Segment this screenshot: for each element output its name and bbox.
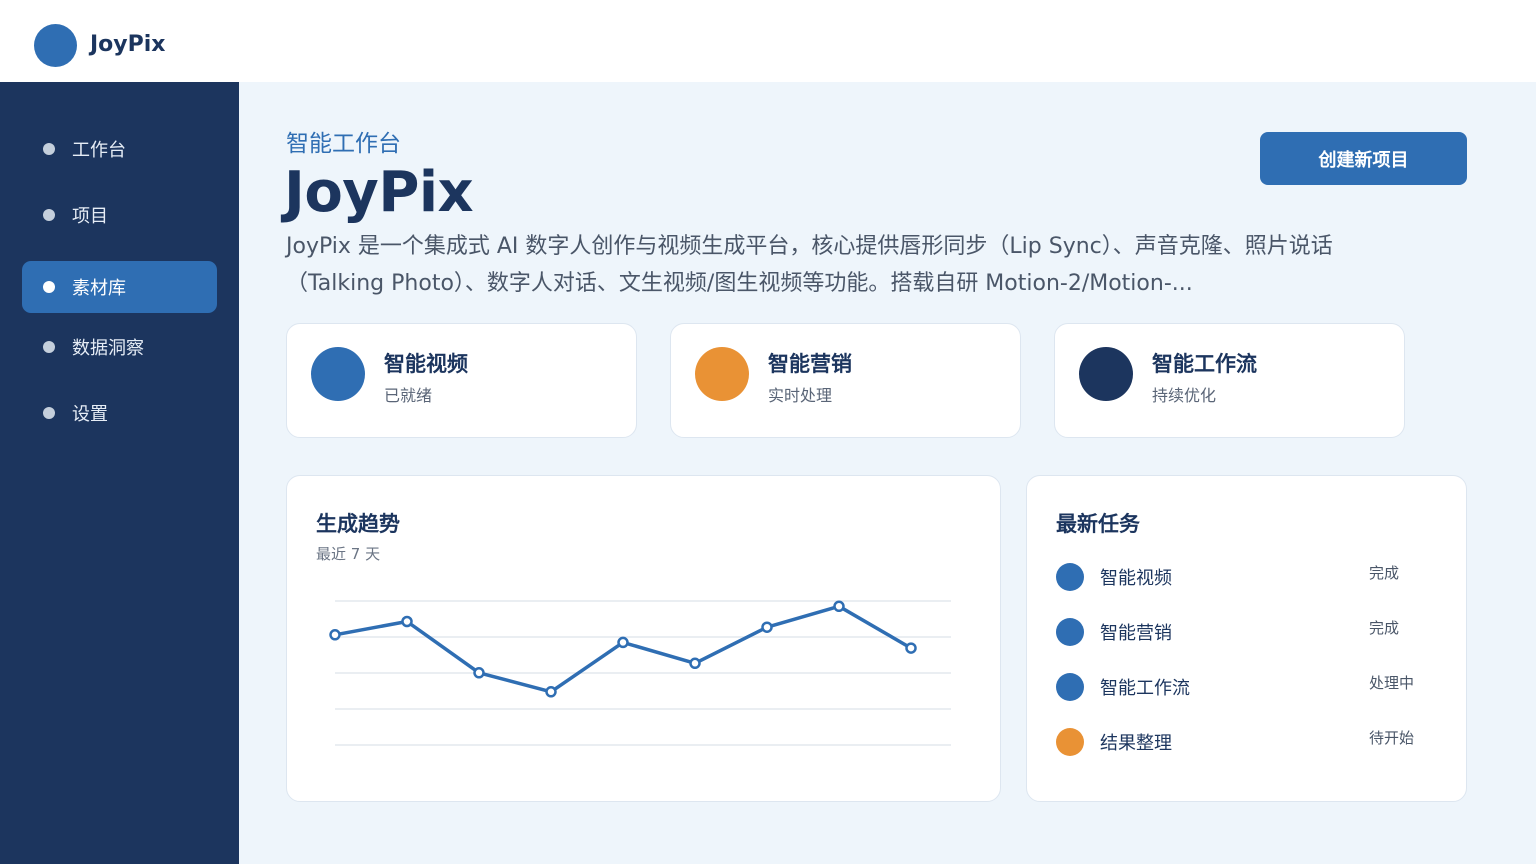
page-description: JoyPix 是一个集成式 AI 数字人创作与视频生成平台，核心提供唇形同步（L…: [286, 234, 1333, 296]
trend-line-chart: [329, 600, 951, 746]
page-title: JoyPix: [284, 160, 474, 225]
task-status-dot-icon: [1056, 563, 1084, 591]
status-dot-icon: [1079, 347, 1133, 401]
stat-subtitle: 实时处理: [768, 386, 833, 405]
sidebar-item-projects[interactable]: 项目: [22, 189, 217, 241]
sidebar: 工作台 项目 素材库 数据洞察 设置: [0, 82, 239, 864]
stat-title: 智能营销: [768, 352, 852, 376]
stat-subtitle: 已就绪: [384, 386, 433, 405]
task-row[interactable]: 智能视频 完成: [1056, 561, 1426, 591]
task-status-dot-icon: [1056, 673, 1084, 701]
chart-data-point[interactable]: [833, 600, 845, 613]
sidebar-item-label: 设置: [72, 404, 108, 425]
task-status: 完成: [1369, 564, 1400, 582]
task-row[interactable]: 智能营销 完成: [1056, 616, 1426, 646]
chart-data-point[interactable]: [617, 636, 629, 649]
stat-card-workflow[interactable]: 智能工作流 持续优化: [1054, 323, 1405, 438]
chart-data-point[interactable]: [905, 642, 917, 654]
sidebar-item-label: 素材库: [72, 278, 126, 299]
tasks-panel: 最新任务 智能视频 完成 智能营销 完成 智能工作流 处理中 结果整理 待开始: [1026, 475, 1467, 802]
task-status-dot-icon: [1056, 728, 1084, 756]
sidebar-item-label: 项目: [72, 206, 108, 227]
trend-panel: 生成趋势 最近 7 天: [286, 475, 1001, 802]
chart-data-point[interactable]: [401, 615, 413, 628]
chart-data-point[interactable]: [761, 621, 773, 633]
top-bar: JoyPix: [0, 0, 1536, 82]
stat-title: 智能视频: [384, 352, 468, 376]
task-name: 智能视频: [1100, 568, 1172, 589]
brand-name: JoyPix: [90, 32, 166, 57]
sidebar-item-label: 数据洞察: [72, 338, 144, 359]
stat-title: 智能工作流: [1152, 352, 1257, 376]
create-project-button[interactable]: 创建新项目: [1260, 132, 1467, 185]
chart-series-line: [334, 604, 912, 694]
status-dot-icon: [311, 347, 365, 401]
chart-data-point[interactable]: [473, 667, 485, 679]
status-dot-icon: [695, 347, 749, 401]
nav-bullet-icon: [43, 407, 55, 419]
sidebar-item-insights[interactable]: 数据洞察: [22, 321, 217, 373]
tasks-title: 最新任务: [1056, 512, 1140, 536]
stat-subtitle: 持续优化: [1152, 386, 1217, 405]
sidebar-item-settings[interactable]: 设置: [22, 387, 217, 439]
task-status-dot-icon: [1056, 618, 1084, 646]
task-row[interactable]: 结果整理 待开始: [1056, 726, 1426, 756]
sidebar-item-assets[interactable]: 素材库: [22, 261, 217, 313]
task-name: 结果整理: [1100, 733, 1172, 754]
chart-data-point[interactable]: [689, 657, 701, 670]
sidebar-item-workbench[interactable]: 工作台: [22, 123, 217, 175]
task-row[interactable]: 智能工作流 处理中: [1056, 671, 1426, 701]
stat-card-marketing[interactable]: 智能营销 实时处理: [670, 323, 1021, 438]
page-subtitle: 智能工作台: [286, 131, 401, 157]
chart-data-point[interactable]: [545, 686, 557, 698]
task-name: 智能营销: [1100, 623, 1172, 644]
chart-data-point[interactable]: [329, 629, 341, 641]
sidebar-item-label: 工作台: [72, 140, 126, 161]
task-status: 完成: [1369, 619, 1400, 637]
task-name: 智能工作流: [1100, 678, 1190, 699]
task-status: 待开始: [1369, 729, 1415, 747]
nav-bullet-icon: [43, 281, 55, 293]
nav-bullet-icon: [43, 209, 55, 221]
logo-icon: [34, 24, 77, 67]
task-status: 处理中: [1369, 674, 1415, 692]
nav-bullet-icon: [43, 143, 55, 155]
stat-card-video[interactable]: 智能视频 已就绪: [286, 323, 637, 438]
nav-bullet-icon: [43, 341, 55, 353]
